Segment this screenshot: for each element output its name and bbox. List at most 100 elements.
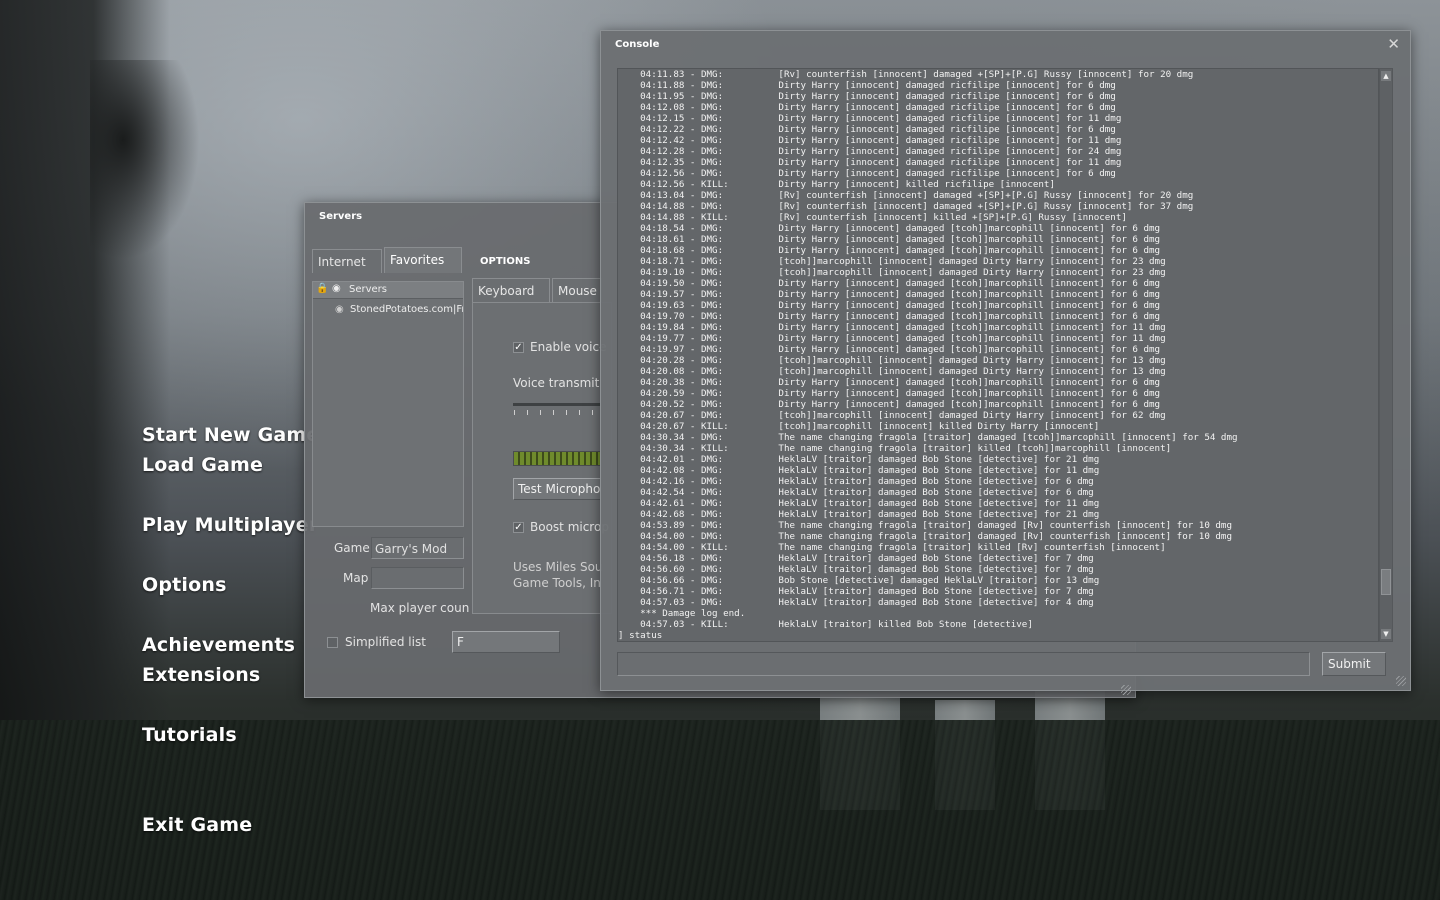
menu-load-game[interactable]: Load Game: [142, 454, 263, 476]
console-log-line: 04:19.77 - DMG: Dirty Harry [innocent] d…: [618, 333, 1166, 344]
console-log-line: 04:14.88 - DMG: [Rv] counterfish [innoce…: [618, 201, 1194, 212]
console-log-line: 04:20.59 - DMG: Dirty Harry [innocent] d…: [618, 388, 1161, 399]
console-log-line: 04:12.56 - KILL: Dirty Harry [innocent] …: [618, 179, 1055, 190]
enable-voice-checkbox[interactable]: ✓: [513, 342, 524, 353]
menu-play-multiplayer[interactable]: Play Multiplayer: [142, 514, 318, 536]
menu-achievements[interactable]: Achievements: [142, 634, 295, 656]
menu-tutorials[interactable]: Tutorials: [142, 724, 237, 746]
map-field[interactable]: [371, 567, 464, 589]
console-log-line: 04:20.08 - DMG: [tcoh]]marcophill [innoc…: [618, 366, 1166, 377]
console-log-line: 04:54.00 - KILL: The name changing frago…: [618, 542, 1166, 553]
console-log-line: 04:11.95 - DMG: Dirty Harry [innocent] d…: [618, 91, 1116, 102]
boost-mic-label: Boost microp: [530, 520, 609, 534]
console-input[interactable]: [617, 652, 1310, 676]
resize-grip-icon[interactable]: [1121, 685, 1131, 695]
server-row[interactable]: StonedPotatoes.com|Fre: [350, 304, 463, 315]
map-label: Map: [343, 571, 369, 585]
menu-start-new-game[interactable]: Start New Game: [142, 424, 320, 446]
shield-icon: ◉: [332, 283, 341, 294]
console-log-line: ] status: [618, 630, 663, 641]
servers-column-header: Servers: [349, 284, 388, 295]
console-log-line: 04:12.08 - DMG: Dirty Harry [innocent] d…: [618, 102, 1116, 113]
console-log-line: 04:20.38 - DMG: Dirty Harry [innocent] d…: [618, 377, 1161, 388]
enable-voice-label: Enable voice: [530, 340, 607, 354]
console-log-line: 04:42.54 - DMG: HeklaLV [traitor] damage…: [618, 487, 1094, 498]
console-log-line: 04:18.61 - DMG: Dirty Harry [innocent] d…: [618, 234, 1161, 245]
game-field[interactable]: Garry's Mod: [371, 537, 464, 559]
console-log[interactable]: 04:11.83 - DMG: [Rv] counterfish [innoce…: [617, 68, 1379, 642]
console-log-line: 04:56.66 - DMG: Bob Stone [detective] da…: [618, 575, 1100, 586]
boost-mic-checkbox[interactable]: ✓: [513, 522, 524, 533]
console-log-line: 04:12.28 - DMG: Dirty Harry [innocent] d…: [618, 146, 1122, 157]
scroll-down-arrow-icon[interactable]: ▼: [1381, 629, 1391, 639]
console-log-line: 04:12.56 - DMG: Dirty Harry [innocent] d…: [618, 168, 1116, 179]
options-title: OPTIONS: [480, 256, 531, 267]
console-log-line: 04:20.52 - DMG: Dirty Harry [innocent] d…: [618, 399, 1161, 410]
console-log-line: 04:18.71 - DMG: [tcoh]]marcophill [innoc…: [618, 256, 1166, 267]
console-log-line: 04:11.83 - DMG: [Rv] counterfish [innoce…: [618, 69, 1194, 80]
menu-extensions[interactable]: Extensions: [142, 664, 260, 686]
console-log-line: 04:19.10 - DMG: [tcoh]]marcophill [innoc…: [618, 267, 1166, 278]
console-log-line: 04:12.22 - DMG: Dirty Harry [innocent] d…: [618, 124, 1116, 135]
resize-grip-icon[interactable]: [1396, 676, 1406, 686]
mic-level-meter: [513, 451, 601, 466]
tab-favorites[interactable]: Favorites: [384, 247, 462, 273]
scrollbar-thumb[interactable]: [1381, 569, 1391, 595]
voice-transmit-slider[interactable]: [513, 403, 601, 406]
console-log-line: 04:13.04 - DMG: [Rv] counterfish [innoce…: [618, 190, 1194, 201]
console-log-line: 04:12.35 - DMG: Dirty Harry [innocent] d…: [618, 157, 1122, 168]
simplified-list-label: Simplified list: [345, 635, 426, 649]
console-log-line: 04:42.61 - DMG: HeklaLV [traitor] damage…: [618, 498, 1100, 509]
console-log-line: 04:12.42 - DMG: Dirty Harry [innocent] d…: [618, 135, 1122, 146]
console-log-line: 04:30.34 - DMG: The name changing fragol…: [618, 432, 1238, 443]
console-log-line: 04:19.70 - DMG: Dirty Harry [innocent] d…: [618, 311, 1161, 322]
scroll-up-arrow-icon[interactable]: ▲: [1381, 71, 1391, 81]
servers-filter-button[interactable]: F: [452, 631, 560, 653]
console-title: Console: [615, 39, 660, 50]
console-log-line: 04:56.60 - DMG: HeklaLV [traitor] damage…: [618, 564, 1094, 575]
console-log-line: 04:19.97 - DMG: Dirty Harry [innocent] d…: [618, 344, 1161, 355]
console-log-line: 04:20.28 - DMG: [tcoh]]marcophill [innoc…: [618, 355, 1166, 366]
console-log-line: 04:30.34 - KILL: The name changing frago…: [618, 443, 1172, 454]
menu-options[interactable]: Options: [142, 574, 227, 596]
console-log-line: 04:19.57 - DMG: Dirty Harry [innocent] d…: [618, 289, 1161, 300]
server-list[interactable]: 🔒 ◉ Servers ◉ StonedPotatoes.com|Fre: [312, 281, 464, 527]
console-log-line: 04:19.50 - DMG: Dirty Harry [innocent] d…: [618, 278, 1161, 289]
console-log-line: 04:42.08 - DMG: HeklaLV [traitor] damage…: [618, 465, 1100, 476]
console-log-line: 04:20.67 - KILL: [tcoh]]marcophill [inno…: [618, 421, 1100, 432]
voice-transmit-ticks: [514, 410, 600, 415]
background-grass: [0, 720, 1440, 900]
tab-keyboard[interactable]: Keyboard: [472, 278, 550, 302]
menu-exit-game[interactable]: Exit Game: [142, 814, 252, 836]
console-log-line: 04:42.16 - DMG: HeklaLV [traitor] damage…: [618, 476, 1094, 487]
console-log-line: 04:12.15 - DMG: Dirty Harry [innocent] d…: [618, 113, 1122, 124]
close-icon[interactable]: ✕: [1387, 37, 1400, 52]
console-log-line: 04:18.54 - DMG: Dirty Harry [innocent] d…: [618, 223, 1161, 234]
test-microphone-button[interactable]: Test Microphon: [513, 478, 601, 500]
console-log-line: *** Damage log end.: [618, 608, 746, 619]
console-log-line: 04:57.03 - KILL: HeklaLV [traitor] kille…: [618, 619, 1033, 630]
console-log-line: 04:42.68 - DMG: HeklaLV [traitor] damage…: [618, 509, 1100, 520]
submit-button[interactable]: Submit: [1322, 652, 1386, 676]
console-log-line: 04:54.00 - DMG: The name changing fragol…: [618, 531, 1232, 542]
lock-icon: 🔒: [316, 283, 329, 294]
console-log-line: 04:56.71 - DMG: HeklaLV [traitor] damage…: [618, 586, 1094, 597]
miles-info-line-2: Game Tools, In: [513, 576, 601, 590]
console-log-line: 04:53.89 - DMG: The name changing fragol…: [618, 520, 1232, 531]
console-log-line: 04:11.88 - DMG: Dirty Harry [innocent] d…: [618, 80, 1116, 91]
simplified-list-checkbox[interactable]: [327, 637, 338, 648]
server-list-header: 🔒 ◉ Servers: [313, 282, 463, 299]
tab-mouse[interactable]: Mouse: [552, 278, 602, 302]
console-log-line: 04:42.01 - DMG: HeklaLV [traitor] damage…: [618, 454, 1100, 465]
game-label: Game: [334, 541, 370, 555]
console-log-line: 04:20.67 - DMG: [tcoh]]marcophill [innoc…: [618, 410, 1166, 421]
console-scrollbar[interactable]: ▲ ▼: [1379, 68, 1393, 642]
tab-internet[interactable]: Internet: [312, 249, 382, 273]
console-log-line: 04:19.63 - DMG: Dirty Harry [innocent] d…: [618, 300, 1161, 311]
servers-window-title: Servers: [319, 211, 363, 222]
voice-transmit-label: Voice transmit: [513, 376, 600, 390]
console-log-line: 04:57.03 - DMG: HeklaLV [traitor] damage…: [618, 597, 1094, 608]
console-log-line: 04:18.68 - DMG: Dirty Harry [innocent] d…: [618, 245, 1161, 256]
console-log-line: 04:14.88 - KILL: [Rv] counterfish [innoc…: [618, 212, 1127, 223]
max-player-label: Max player coun: [370, 601, 470, 615]
